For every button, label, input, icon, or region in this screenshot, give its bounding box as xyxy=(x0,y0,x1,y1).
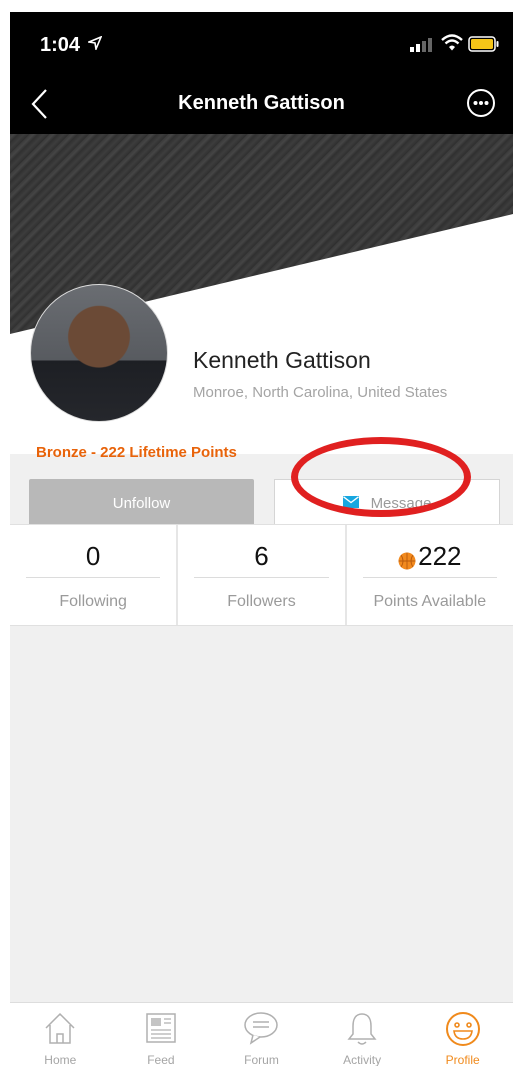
status-bar: 1:04 xyxy=(10,12,513,76)
stats-row: 0 Following 6 Followers 222 Points Avail… xyxy=(10,524,513,626)
tab-bar: Home Feed Forum Activity Profile xyxy=(10,1002,513,1066)
status-time: 1:04 xyxy=(40,34,81,56)
cellular-signal-icon xyxy=(410,38,434,57)
app-screen: 1:04 Kenneth Gattison Kenneth Gattison M… xyxy=(10,12,513,1066)
tab-label: Profile xyxy=(445,1053,480,1066)
basketball-icon xyxy=(398,546,416,570)
navigation-bar: Kenneth Gattison xyxy=(10,76,513,134)
tab-feed[interactable]: Feed xyxy=(111,1003,212,1066)
divider xyxy=(26,577,161,578)
stat-value: 6 xyxy=(254,541,269,571)
divider xyxy=(362,577,497,578)
stat-value: 222 xyxy=(418,541,462,571)
home-icon xyxy=(45,1012,75,1044)
unfollow-label: Unfollow xyxy=(112,494,171,512)
stat-following[interactable]: 0 Following xyxy=(10,525,179,625)
stat-label: Points Available xyxy=(373,593,487,610)
more-options-button[interactable] xyxy=(466,88,496,118)
tab-label: Activity xyxy=(343,1053,382,1066)
tab-label: Feed xyxy=(147,1053,175,1066)
tab-forum[interactable]: Forum xyxy=(211,1003,312,1066)
smiley-icon xyxy=(445,1012,480,1046)
tab-activity[interactable]: Activity xyxy=(312,1003,413,1066)
profile-location: Monroe, North Carolina, United States xyxy=(193,384,448,401)
stat-value-wrap: 222 xyxy=(347,541,513,572)
profile-header: Kenneth Gattison Monroe, North Carolina,… xyxy=(10,134,513,527)
stat-value: 0 xyxy=(85,541,101,571)
tab-home[interactable]: Home xyxy=(10,1003,111,1066)
stat-label: Following xyxy=(59,593,127,610)
page-title: Kenneth Gattison xyxy=(178,92,345,114)
battery-icon xyxy=(468,36,500,57)
bell-icon xyxy=(347,1013,377,1045)
annotation-circle xyxy=(291,437,471,517)
tab-label: Home xyxy=(44,1053,77,1066)
avatar xyxy=(30,284,168,422)
feed-icon xyxy=(146,1013,176,1043)
unfollow-button[interactable]: Unfollow xyxy=(29,479,254,527)
stat-followers[interactable]: 6 Followers xyxy=(178,525,347,625)
wifi-icon xyxy=(441,34,463,57)
tab-label: Forum xyxy=(244,1053,279,1066)
lifetime-points-label: Bronze - 222 Lifetime Points xyxy=(36,444,237,461)
location-arrow-icon xyxy=(86,35,103,55)
stat-points[interactable]: 222 Points Available xyxy=(347,525,513,625)
stat-label: Followers xyxy=(227,593,296,610)
divider xyxy=(194,577,329,578)
profile-name: Kenneth Gattison xyxy=(193,347,371,373)
forum-icon xyxy=(244,1012,279,1045)
tab-profile[interactable]: Profile xyxy=(412,1003,513,1066)
